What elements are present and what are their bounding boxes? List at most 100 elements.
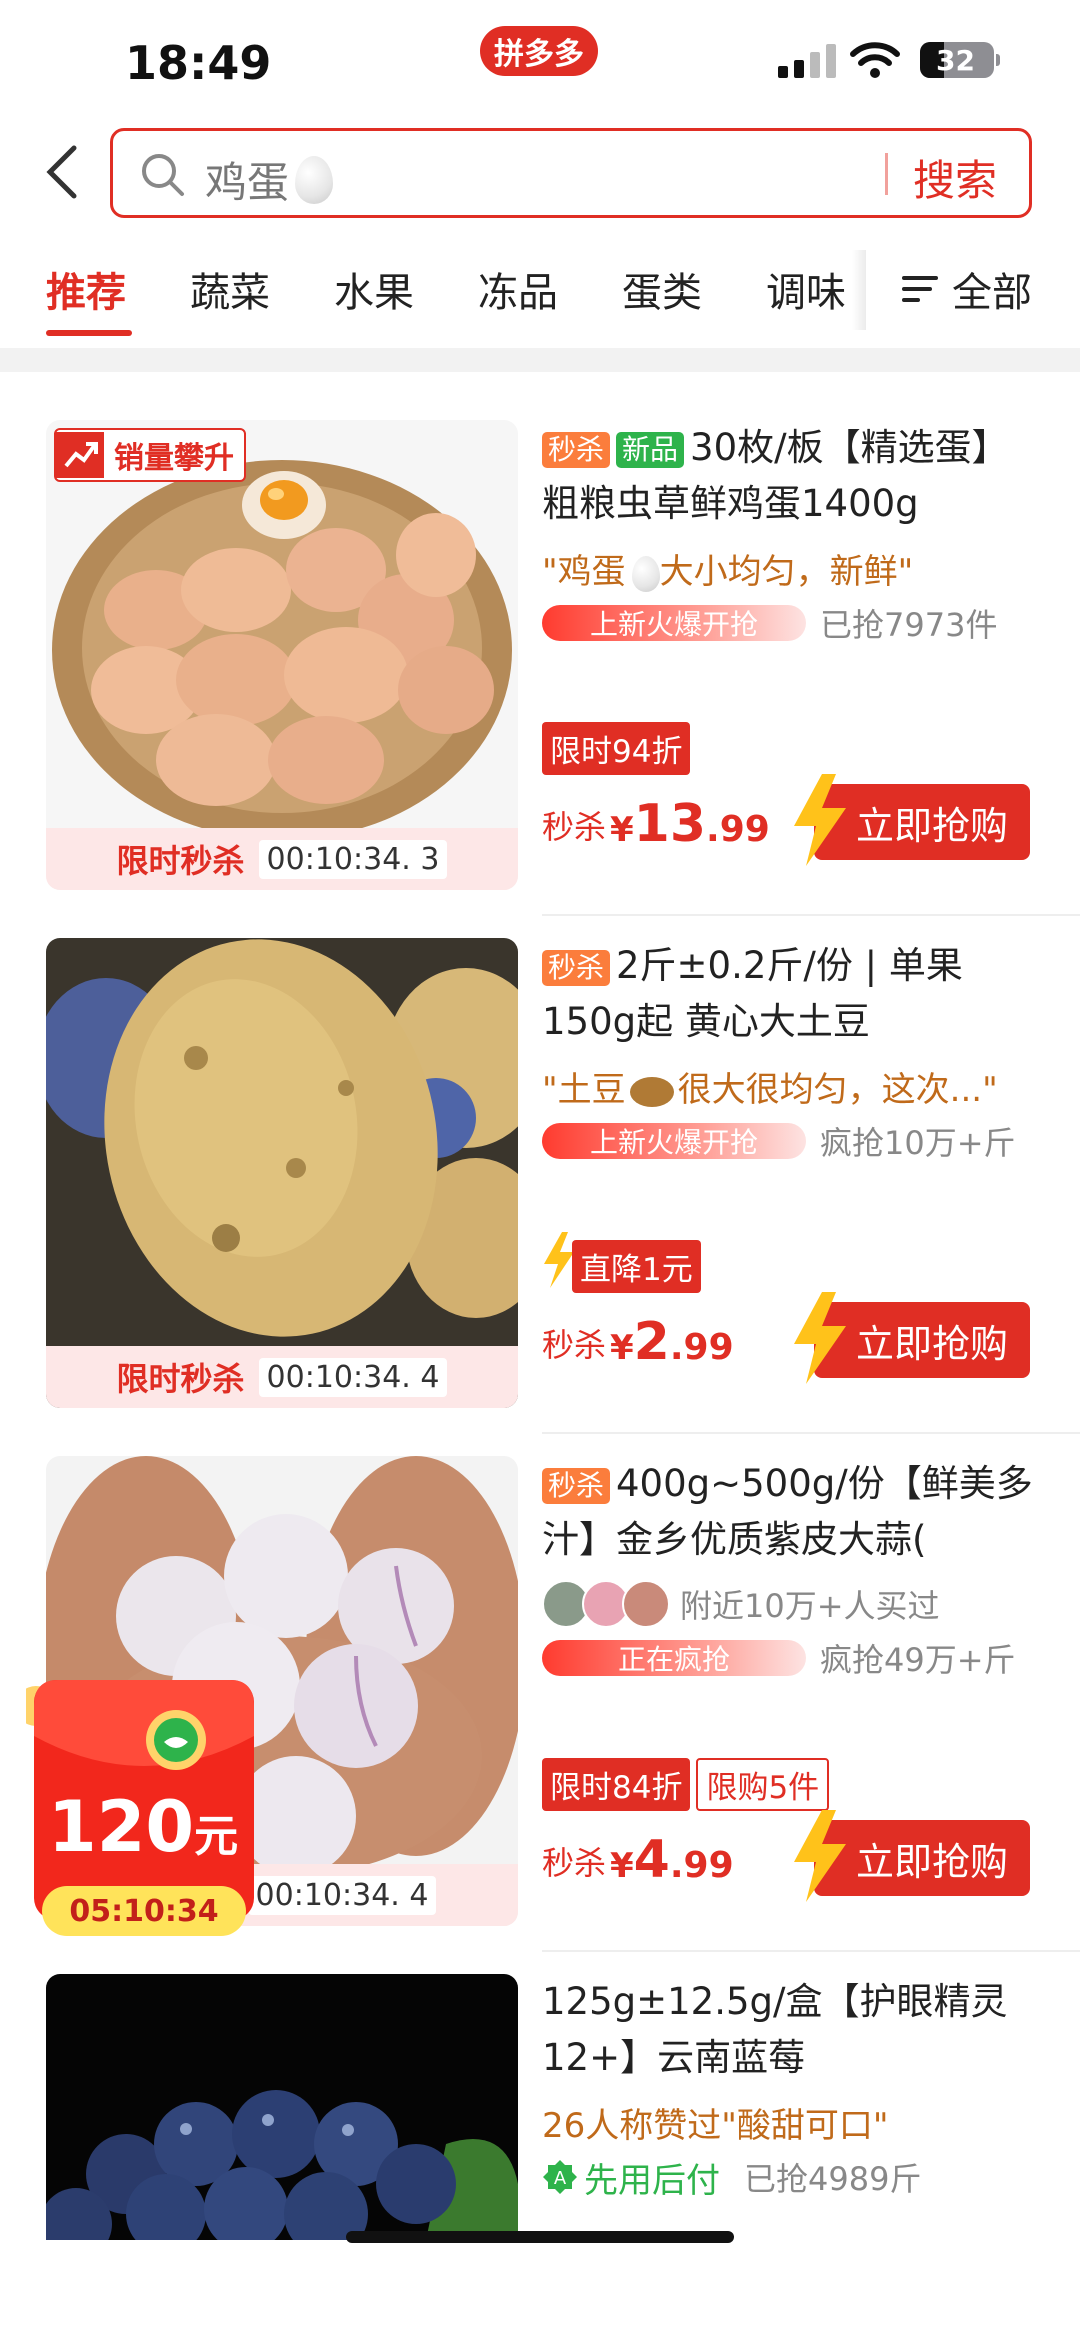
tab-recommended[interactable]: 推荐 [46,260,126,318]
card-separator [542,1432,1080,1434]
countdown-timer: 00:10:34. 4 [258,1357,448,1397]
search-button[interactable]: 搜索 [913,147,997,208]
review-quote: 26人称赞过"酸甜可口" [542,2106,889,2146]
countdown-timer: 00:10:34. 3 [258,839,448,879]
lightning-icon [794,774,846,866]
status-time: 18:49 [125,36,272,90]
lightning-icon [794,1292,846,1384]
battery-icon: 32 [920,42,1000,78]
price: ¥2.99 [610,1312,734,1372]
hot-sale-pill: 上新火爆开抢 [542,605,806,641]
buy-now-button[interactable]: 立即抢购 [790,774,1030,866]
product-image-blueberries[interactable] [46,1974,518,2240]
wifi-icon [850,42,900,78]
buy-now-button[interactable]: 立即抢购 [790,1292,1030,1384]
price: ¥13.99 [610,794,770,854]
menu-lines-icon [902,274,940,304]
popularity-row: 正在疯抢 疯抢49万+斤 [542,1638,1042,1679]
tab-frozen[interactable]: 冻品 [478,260,558,318]
product-title[interactable]: 秒杀 2斤±0.2斤/份 | 单果150g起 黄心大土豆 [542,938,1042,1050]
app-badge: 拼多多 [480,26,598,76]
popularity-row: 上新火爆开抢 疯抢10万+斤 [542,1121,1042,1162]
review-quote: "土豆 很大很均匀，这次..." [542,1062,1042,1111]
product-info: 秒杀 2斤±0.2斤/份 | 单果150g起 黄心大土豆 "土豆 很大很均匀，这次.… [542,938,1042,1384]
price-row: 秒杀 ¥2.99 立即抢购 [542,1292,1042,1384]
tab-all-categories[interactable]: 全部 [902,260,1032,318]
review-quote-start: "鸡蛋 [542,552,626,592]
tag-flash-sale: 秒杀 [542,949,611,986]
tab-fruits[interactable]: 水果 [334,260,414,318]
discount-badge: 直降1元 [572,1240,701,1293]
nearby-buyers-row: 附近10万+人买过 [542,1580,1042,1628]
price: ¥4.99 [610,1830,734,1890]
pay-later-icon: A [543,2160,577,2194]
active-tab-indicator [46,330,132,336]
status-bar: 18:49 拼多多 32 [0,0,1080,120]
price-row: 秒杀 ¥4.99 立即抢购 [542,1810,1042,1902]
purchase-limit-badge: 限购5件 [696,1758,830,1811]
sold-count: 已抢4989斤 [744,2160,922,2198]
review-quote-end: 很大很均匀，这次..." [677,1070,998,1110]
potatoes-image [46,938,518,1408]
red-envelope-widget[interactable]: 120元 05:10:34 [26,1676,262,1942]
tab-scroll-fade [852,250,866,330]
product-title[interactable]: 125g±12.5g/盒【护眼精灵12+】云南蓝莓 [542,1974,1042,2086]
category-tabs: 推荐 蔬菜 水果 冻品 蛋类 调味 全部 [0,250,1080,340]
lightning-icon [544,1232,574,1288]
price-prefix: 秒杀 [542,1326,607,1364]
back-arrow-icon[interactable] [38,142,88,202]
flash-sale-label: 限时秒杀 [116,842,245,880]
hot-sale-pill: 上新火爆开抢 [542,1123,806,1159]
review-quote-start: "土豆 [542,1070,626,1110]
search-bar[interactable]: 鸡蛋 搜索 [110,128,1032,218]
search-input[interactable]: 鸡蛋 [205,149,334,210]
eggs-basket-image [46,420,518,890]
product-title[interactable]: 秒杀 400g~500g/份【鲜美多汁】金乡优质紫皮大蒜( [542,1456,1042,1568]
envelope-amount: 120元 [48,1786,239,1868]
search-query: 鸡蛋 [205,158,290,207]
avatar [622,1580,670,1628]
product-info: 125g±12.5g/盒【护眼精灵12+】云南蓝莓 26人称赞过"酸甜可口" A… [542,1974,1042,2201]
sales-rising-text: 销量攀升 [114,441,234,476]
discount-badge: 限时84折 [542,1758,691,1811]
lightning-icon [794,1810,846,1902]
flash-sale-strip: 限时秒杀 00:10:34. 4 [46,1346,518,1408]
flash-sale-label: 限时秒杀 [116,1360,245,1398]
tab-vegetables[interactable]: 蔬菜 [190,260,270,318]
sales-rising-badge: 销量攀升 [54,428,246,482]
potato-emoji-icon [629,1076,674,1107]
review-quote: "鸡蛋 大小均匀，新鲜" [542,544,1042,593]
section-divider [0,348,1080,372]
product-title[interactable]: 秒杀 新品 30枚/板【精选蛋】粗粮虫草鲜鸡蛋1400g [542,420,1042,532]
flash-sale-strip: 限时秒杀 00:10:34. 3 [46,828,518,890]
promo-row: 限时94折 [542,722,691,775]
envelope-timer: 05:10:34 [42,1886,246,1936]
tab-eggs[interactable]: 蛋类 [622,260,702,318]
egg-emoji-icon [631,555,660,592]
product-info: 秒杀 400g~500g/份【鲜美多汁】金乡优质紫皮大蒜( 附近10万+人买过 正… [542,1456,1042,1902]
card-separator [542,1950,1080,1952]
svg-text:A: A [554,2168,567,2189]
popularity-row: 上新火爆开抢 已抢7973件 [542,603,1042,644]
tag-flash-sale: 秒杀 [542,1467,611,1504]
tab-seasoning[interactable]: 调味 [766,260,846,318]
buy-now-button[interactable]: 立即抢购 [790,1810,1030,1902]
price-prefix: 秒杀 [542,1844,607,1882]
price-prefix: 秒杀 [542,808,607,846]
promo-row: 直降1元 [542,1232,701,1293]
home-indicator[interactable] [346,2231,734,2243]
product-title-text: 400g~500g/份【鲜美多汁】金乡优质紫皮大蒜( [542,1462,1033,1561]
nearby-buyers-text: 附近10万+人买过 [680,1587,940,1625]
battery-level: 32 [936,44,975,77]
review-quote-end: 大小均匀，新鲜" [659,552,914,592]
payment-row: A 先用后付 已抢4989斤 [542,2157,1042,2201]
tag-new: 新品 [616,431,685,468]
pay-later-text: 先用后付 [584,2160,720,2201]
signal-icon [778,44,836,78]
product-image-eggs[interactable]: 销量攀升 限时秒杀 00:10:34. 3 [46,420,518,890]
hot-sale-pill: 正在疯抢 [542,1640,806,1676]
product-image-potatoes[interactable]: 限时秒杀 00:10:34. 4 [46,938,518,1408]
product-title-text: 30枚/板【精选蛋】粗粮虫草鲜鸡蛋1400g [542,426,1009,525]
price-row: 秒杀 ¥13.99 立即抢购 [542,774,1042,866]
promo-row: 限时84折 限购5件 [542,1758,830,1811]
